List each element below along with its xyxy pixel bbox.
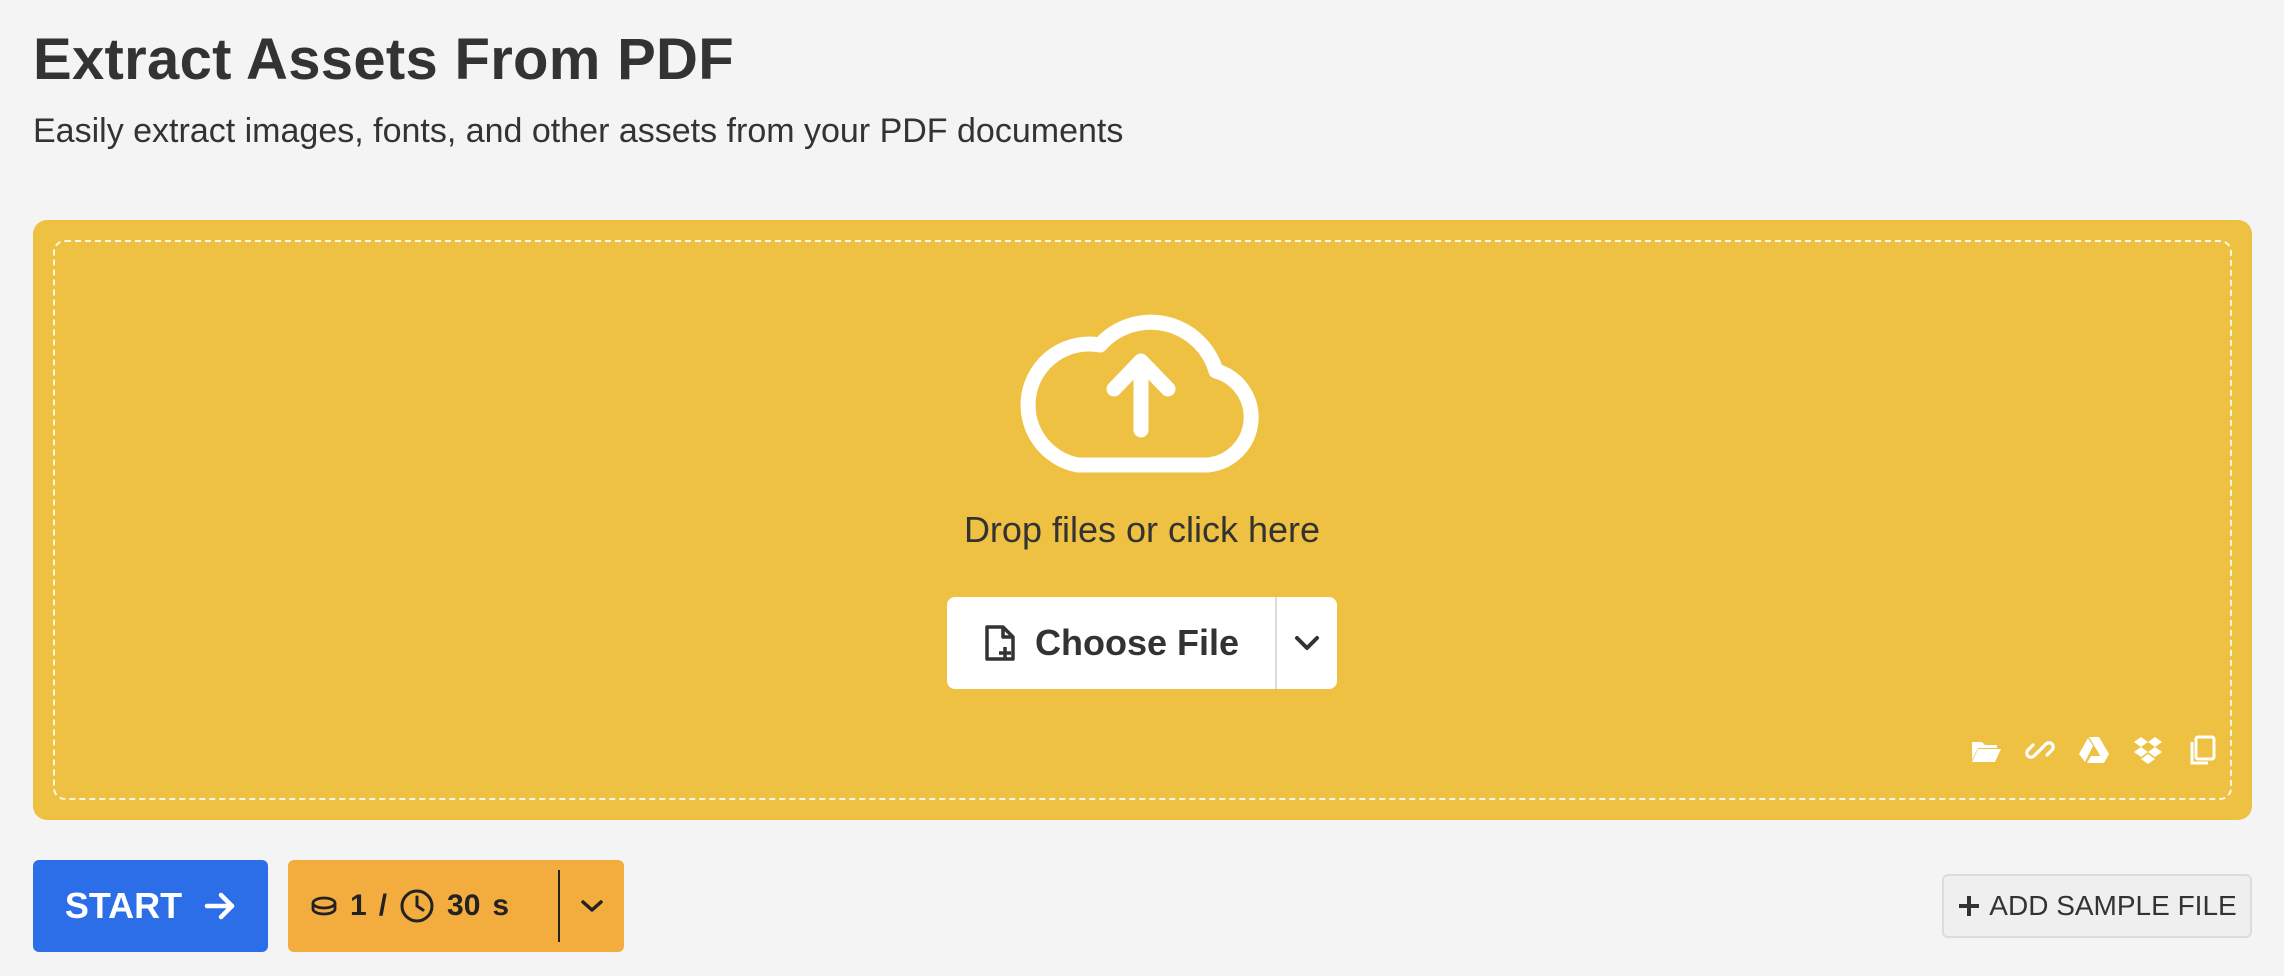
source-icon-bar	[1970, 734, 2218, 766]
choose-file-dropdown[interactable]	[1277, 597, 1337, 689]
cost-dropdown[interactable]	[560, 860, 624, 952]
start-button-label: START	[64, 885, 183, 926]
cost-info-button[interactable]: 1 / 30 s	[288, 860, 558, 952]
clock-icon	[400, 889, 434, 923]
credit-count: 1	[350, 889, 367, 922]
dropzone-prompt: Drop files or click here	[963, 509, 1321, 550]
time-value: 30	[447, 889, 481, 922]
cost-button-group: 1 / 30 s	[288, 860, 624, 952]
google-drive-icon[interactable]	[2078, 734, 2110, 766]
clipboard-icon[interactable]	[2186, 734, 2218, 766]
plus-icon	[1959, 896, 1980, 916]
start-button[interactable]: START	[33, 860, 268, 952]
arrow-right-icon	[204, 892, 235, 920]
chevron-down-icon	[1295, 636, 1319, 650]
link-icon[interactable]	[2024, 734, 2056, 766]
add-sample-file-label: ADD SAMPLE FILE	[1989, 890, 2237, 921]
cost-separator: /	[378, 889, 388, 922]
page-subtitle: Easily extract images, fonts, and other …	[33, 112, 1124, 150]
page-title: Extract Assets From PDF	[33, 27, 734, 92]
choose-file-button[interactable]: Choose File	[947, 597, 1275, 689]
choose-file-group: Choose File	[947, 597, 1337, 689]
choose-file-label: Choose File	[1034, 622, 1240, 663]
dropbox-icon[interactable]	[2132, 734, 2164, 766]
file-plus-icon	[985, 625, 1015, 661]
coins-icon	[311, 896, 337, 916]
folder-open-icon[interactable]	[1970, 734, 2002, 766]
add-sample-file-button[interactable]: ADD SAMPLE FILE	[1942, 874, 2252, 938]
cloud-upload-icon	[1020, 314, 1259, 473]
chevron-down-icon	[581, 900, 603, 912]
page: Extract Assets From PDF Easily extract i…	[0, 0, 2284, 976]
time-unit: s	[492, 889, 510, 922]
